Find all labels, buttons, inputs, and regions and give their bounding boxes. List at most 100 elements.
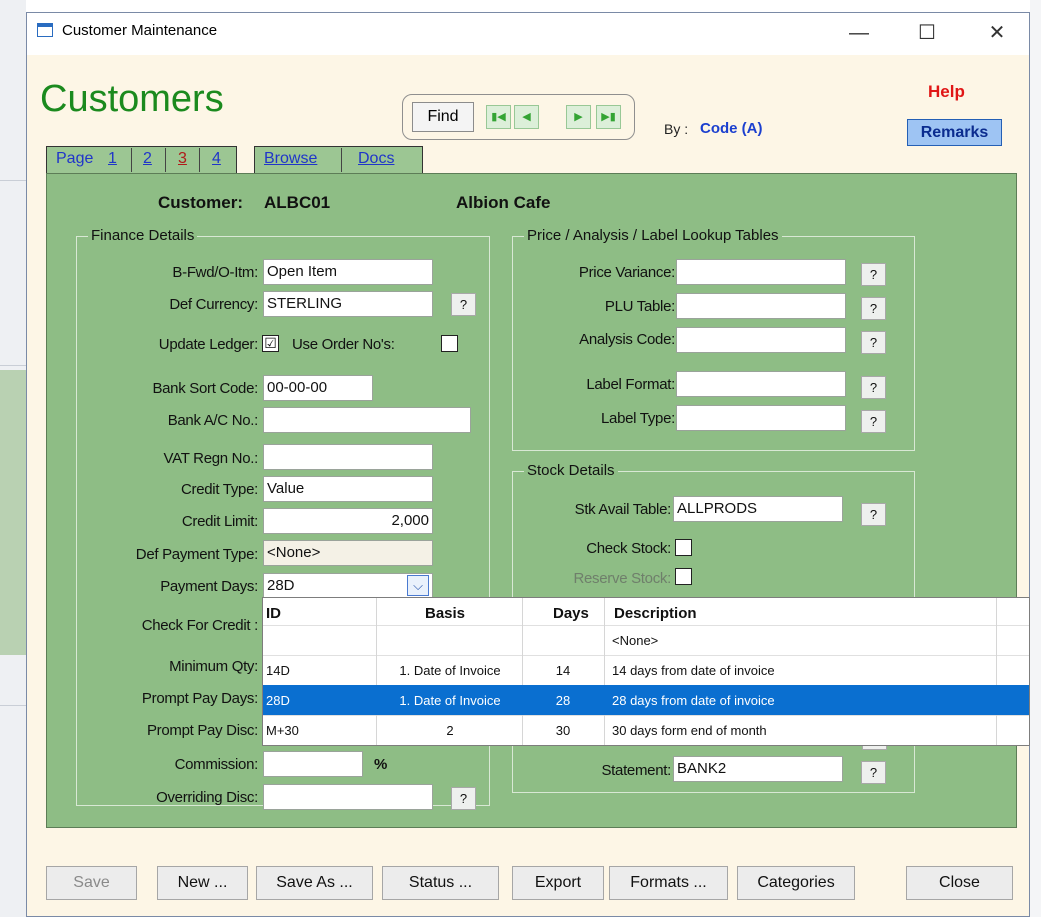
reserve-stock-checkbox[interactable] bbox=[675, 568, 692, 585]
vat-field[interactable] bbox=[263, 444, 433, 470]
dropdown-cell[interactable]: 28D bbox=[266, 693, 371, 708]
statement-lookup-button[interactable]: ? bbox=[861, 761, 886, 784]
lookup-tables-title: Price / Analysis / Label Lookup Tables bbox=[524, 227, 782, 244]
def-payment-label: Def Payment Type: bbox=[135, 546, 259, 563]
last-record-icon[interactable]: ▶▮ bbox=[596, 105, 621, 129]
tab-page-1[interactable]: 1 bbox=[108, 150, 117, 168]
check-stock-label: Check Stock: bbox=[586, 540, 671, 557]
stock-avail-lookup-button[interactable]: ? bbox=[861, 503, 886, 526]
dropdown-gridline bbox=[263, 655, 1029, 656]
next-record-icon[interactable]: ▶ bbox=[566, 105, 591, 129]
tab-page-3[interactable]: 3 bbox=[178, 150, 187, 168]
tab-separator bbox=[131, 148, 132, 172]
price-variance-field[interactable] bbox=[676, 259, 846, 285]
dropdown-cell[interactable]: 1. Date of Invoice bbox=[380, 693, 520, 708]
dropdown-cell[interactable]: 14 bbox=[526, 663, 600, 678]
minimize-button[interactable]: — bbox=[836, 18, 882, 48]
currency-lookup-button[interactable]: ? bbox=[451, 293, 476, 316]
maximize-button[interactable]: ☐ bbox=[904, 18, 950, 48]
dropdown-cell[interactable]: 14D bbox=[266, 663, 371, 678]
dropdown-col-divider bbox=[604, 598, 605, 745]
dropdown-col-divider bbox=[996, 598, 997, 745]
dropdown-cell[interactable]: M+30 bbox=[266, 723, 371, 738]
reserve-stock-label: Reserve Stock: bbox=[573, 570, 671, 587]
statement-field[interactable]: BANK2 bbox=[673, 756, 843, 782]
background-divider bbox=[0, 365, 26, 366]
formats-button[interactable]: Formats ... bbox=[609, 866, 728, 900]
stock-details-title: Stock Details bbox=[524, 462, 618, 479]
commission-field[interactable] bbox=[263, 751, 363, 777]
dropdown-gridline bbox=[263, 625, 1029, 626]
save-as-button[interactable]: Save As ... bbox=[256, 866, 373, 900]
tab-docs[interactable]: Docs bbox=[358, 150, 394, 168]
label-format-label: Label Format: bbox=[586, 376, 675, 393]
new-button[interactable]: New ... bbox=[157, 866, 248, 900]
check-credit-label: Check For Credit : bbox=[141, 617, 259, 634]
analysis-code-label: Analysis Code: bbox=[579, 331, 675, 348]
first-record-icon[interactable]: ▮◀ bbox=[486, 105, 511, 129]
dropdown-cell[interactable]: 28 days from date of invoice bbox=[612, 693, 992, 708]
use-order-checkbox[interactable] bbox=[441, 335, 458, 352]
prompt-days-label: Prompt Pay Days: bbox=[141, 690, 258, 707]
account-label: Bank A/C No.: bbox=[167, 412, 259, 429]
sort-code-field[interactable]: 00-00-00 bbox=[263, 375, 373, 401]
previous-record-icon[interactable]: ◀ bbox=[514, 105, 539, 129]
close-button[interactable]: Close bbox=[906, 866, 1013, 900]
tab-page-4[interactable]: 4 bbox=[212, 150, 221, 168]
background-app-strip-right bbox=[1030, 0, 1041, 917]
categories-button[interactable]: Categories bbox=[737, 866, 855, 900]
dropdown-header-id[interactable]: ID bbox=[266, 605, 281, 622]
sort-value[interactable]: Code (A) bbox=[700, 120, 763, 137]
window-app-icon bbox=[37, 23, 53, 37]
plu-table-lookup-button[interactable]: ? bbox=[861, 297, 886, 320]
update-ledger-checkbox[interactable]: ☑ bbox=[262, 335, 279, 352]
tab-browse[interactable]: Browse bbox=[264, 150, 317, 168]
dropdown-cell[interactable]: 30 bbox=[526, 723, 600, 738]
label-format-lookup-button[interactable]: ? bbox=[861, 376, 886, 399]
dropdown-header-basis[interactable]: Basis bbox=[425, 605, 465, 622]
chevron-down-icon[interactable]: ⌵ bbox=[407, 575, 429, 596]
overriding-field[interactable] bbox=[263, 784, 433, 810]
status-button[interactable]: Status ... bbox=[382, 866, 499, 900]
sort-code-label: Bank Sort Code: bbox=[152, 380, 258, 397]
tab-separator bbox=[199, 148, 200, 172]
dropdown-header-description[interactable]: Description bbox=[614, 605, 697, 622]
close-window-button[interactable]: ✕ bbox=[974, 18, 1020, 48]
overriding-label: Overriding Disc: bbox=[156, 789, 258, 806]
check-stock-checkbox[interactable] bbox=[675, 539, 692, 556]
credit-type-field[interactable]: Value bbox=[263, 476, 433, 502]
bfwd-field[interactable]: Open Item bbox=[263, 259, 433, 285]
help-link[interactable]: Help bbox=[928, 82, 965, 102]
label-format-field[interactable] bbox=[676, 371, 846, 397]
prompt-disc-label: Prompt Pay Disc: bbox=[146, 722, 258, 739]
label-type-lookup-button[interactable]: ? bbox=[861, 410, 886, 433]
price-variance-lookup-button[interactable]: ? bbox=[861, 263, 886, 286]
stock-avail-field[interactable]: ALLPRODS bbox=[673, 496, 843, 522]
save-button[interactable]: Save bbox=[46, 866, 137, 900]
label-type-field[interactable] bbox=[676, 405, 846, 431]
currency-field[interactable]: STERLING bbox=[263, 291, 433, 317]
export-button[interactable]: Export bbox=[512, 866, 604, 900]
remarks-button[interactable]: Remarks bbox=[907, 119, 1002, 146]
credit-limit-field[interactable]: 2,000 bbox=[263, 508, 433, 534]
tab-page-2[interactable]: 2 bbox=[143, 150, 152, 168]
overriding-lookup-button[interactable]: ? bbox=[451, 787, 476, 810]
tab-page-label: Page bbox=[56, 150, 94, 167]
sort-label: By : bbox=[664, 121, 689, 137]
dropdown-cell[interactable]: <None> bbox=[612, 633, 992, 648]
plu-table-field[interactable] bbox=[676, 293, 846, 319]
find-button[interactable]: Find bbox=[412, 102, 474, 132]
background-divider bbox=[0, 705, 26, 706]
dropdown-cell[interactable]: 1. Date of Invoice bbox=[380, 663, 520, 678]
analysis-code-lookup-button[interactable]: ? bbox=[861, 331, 886, 354]
dropdown-cell[interactable]: 14 days from date of invoice bbox=[612, 663, 992, 678]
analysis-code-field[interactable] bbox=[676, 327, 846, 353]
dropdown-cell[interactable]: 30 days form end of month bbox=[612, 723, 992, 738]
dropdown-header-days[interactable]: Days bbox=[553, 605, 589, 622]
tab-separator bbox=[341, 148, 342, 172]
def-payment-field[interactable]: <None> bbox=[263, 540, 433, 566]
bfwd-label: B-Fwd/O-Itm: bbox=[172, 264, 258, 281]
dropdown-cell[interactable]: 28 bbox=[526, 693, 600, 708]
account-field[interactable] bbox=[263, 407, 471, 433]
dropdown-cell[interactable]: 2 bbox=[380, 723, 520, 738]
